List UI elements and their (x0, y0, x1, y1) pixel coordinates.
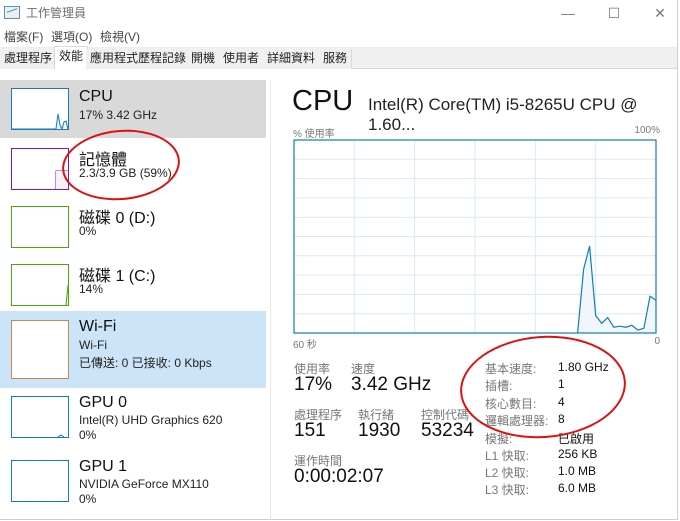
sidebar-item-detail: 2.3/3.9 GB (59%) (79, 166, 172, 180)
chart-x-axis-label: 60 秒 (293, 340, 317, 351)
processes-value: 151 (294, 420, 326, 441)
sidebar-item-cpu[interactable]: CPU 17% 3.42 GHz (0, 80, 266, 138)
tab-bar: 處理程序 效能 應用程式歷程記錄 開機 使用者 詳細資料 服務 (0, 46, 677, 70)
sidebar-item-name: CPU (79, 88, 113, 105)
spec-label: L1 快取: (485, 449, 530, 463)
spec-label: 邏輯處理器: (485, 414, 549, 428)
sidebar-item-detail: 17% 3.42 GHz (79, 108, 158, 122)
tab-services[interactable]: 服務 (319, 49, 353, 69)
uptime-value: 0:00:02:07 (294, 466, 384, 487)
memory-thumbnail-graph (11, 148, 69, 190)
handles-value: 53234 (421, 420, 474, 441)
minimize-button[interactable]: — (545, 0, 591, 26)
disk-0-thumbnail-graph (11, 206, 69, 248)
sidebar-item-throughput: 已傳送: 0 已接收: 0 Kbps (79, 356, 212, 370)
maximize-button[interactable]: ☐ (591, 0, 637, 26)
gpu-0-thumbnail-graph (11, 396, 69, 438)
task-manager-window: 工作管理員 — ☐ ✕ 檔案(F) 選項(O) 檢視(V) 處理程序 效能 應用… (0, 0, 678, 520)
sidebar-item-memory[interactable]: 記憶體 2.3/3.9 GB (59%) (0, 138, 266, 198)
tab-startup[interactable]: 開機 (187, 49, 221, 69)
speed-value: 3.42 GHz (351, 374, 432, 395)
pane-divider[interactable] (270, 80, 271, 520)
spec-label: 基本速度: (485, 362, 537, 376)
disk-1-thumbnail-graph (11, 264, 69, 306)
sidebar-item-name: Wi-Fi (79, 318, 117, 335)
spec-label: 核心數目: (485, 397, 537, 411)
sidebar-item-gpu-0[interactable]: GPU 0 Intel(R) UHD Graphics 620 0% (0, 388, 266, 454)
spec-value: 1.80 GHz (558, 360, 609, 374)
menu-options[interactable]: 選項(O) (51, 28, 92, 45)
sidebar-item-disk-0[interactable]: 磁碟 0 (D:) 0% (0, 198, 266, 256)
spec-value: 4 (558, 395, 565, 409)
tab-app-history[interactable]: 應用程式歷程記錄 (86, 49, 192, 69)
tab-users[interactable]: 使用者 (219, 49, 265, 69)
spec-value: 6.0 MB (558, 481, 597, 495)
detail-title: CPU (292, 85, 354, 117)
tab-processes[interactable]: 處理程序 (0, 49, 58, 69)
title-bar: 工作管理員 — ☐ ✕ (0, 0, 677, 26)
chart-y-max-label: 100% (634, 125, 660, 136)
sidebar-item-detail: Intel(R) UHD Graphics 620 (79, 413, 223, 427)
spec-value: 已啟用 (558, 432, 595, 446)
wifi-thumbnail-graph (11, 320, 69, 379)
utilization-value: 17% (294, 374, 333, 395)
cpu-model-name: Intel(R) Core(TM) i5-8265U CPU @ 1.60... (368, 95, 638, 134)
chart-x-min-label: 0 (654, 336, 660, 347)
sidebar-item-usage: 0% (79, 428, 97, 442)
close-button[interactable]: ✕ (637, 0, 680, 26)
tab-details[interactable]: 詳細資料 (263, 49, 321, 69)
threads-value: 1930 (358, 420, 401, 441)
sidebar-item-usage: 0% (79, 492, 97, 506)
menu-file[interactable]: 檔案(F) (4, 28, 43, 45)
sidebar-item-detail: Wi-Fi (79, 338, 107, 352)
spec-label: L2 快取: (485, 466, 530, 480)
cpu-detail-pane: CPU Intel(R) Core(TM) i5-8265U CPU @ 1.6… (284, 80, 674, 520)
window-title: 工作管理員 (26, 6, 87, 20)
task-manager-app-icon (4, 6, 20, 19)
spec-value: 8 (558, 412, 565, 426)
cpu-usage-chart (293, 139, 657, 334)
spec-label: 模擬: (485, 432, 513, 446)
sidebar-item-name: GPU 1 (79, 458, 128, 475)
spec-value: 256 KB (558, 447, 598, 461)
cpu-thumbnail-graph (11, 88, 69, 130)
menu-view[interactable]: 檢視(V) (100, 28, 140, 45)
sidebar-item-detail: 14% (79, 282, 104, 296)
sidebar-item-disk-1[interactable]: 磁碟 1 (C:) 14% (0, 256, 266, 314)
sidebar-item-gpu-1[interactable]: GPU 1 NVIDIA GeForce MX110 0% (0, 452, 266, 518)
spec-label: L3 快取: (485, 483, 530, 497)
menu-bar: 檔案(F) 選項(O) 檢視(V) (0, 26, 677, 46)
gpu-1-thumbnail-graph (11, 460, 69, 502)
chart-y-axis-label: % 使用率 (293, 129, 335, 140)
spec-label: 插槽: (485, 379, 513, 393)
sidebar-item-wifi[interactable]: Wi-Fi Wi-Fi 已傳送: 0 已接收: 0 Kbps (0, 311, 266, 388)
sidebar-item-detail: 0% (79, 224, 97, 238)
spec-value: 1.0 MB (558, 464, 597, 478)
tab-performance[interactable]: 效能 (54, 46, 89, 70)
sidebar-item-detail: NVIDIA GeForce MX110 (79, 477, 209, 491)
spec-value: 1 (558, 377, 565, 391)
resource-sidebar: CPU 17% 3.42 GHz 記憶體 2.3/3.9 GB (59%) 磁碟… (0, 80, 266, 520)
sidebar-item-name: GPU 0 (79, 394, 128, 411)
